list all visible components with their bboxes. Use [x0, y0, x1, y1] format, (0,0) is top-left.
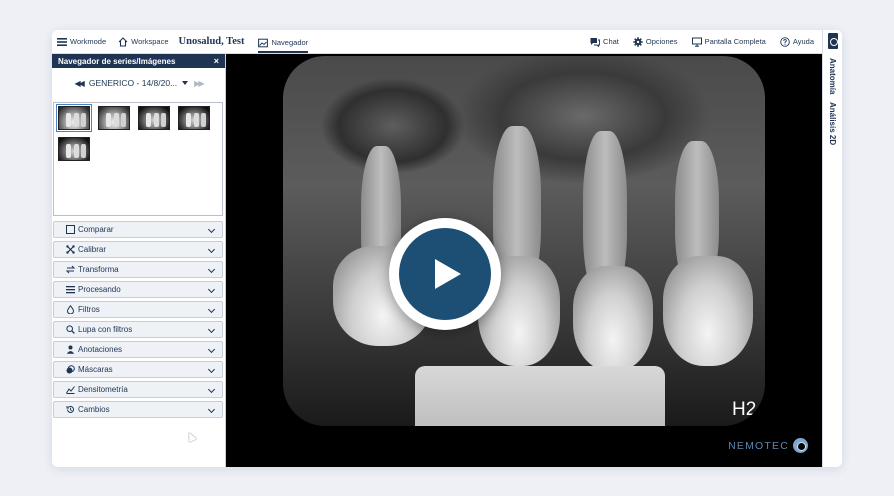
tool-densitometria[interactable]: Densitometría — [53, 381, 223, 398]
tool-anotaciones[interactable]: Anotaciones — [53, 341, 223, 358]
mask-icon — [66, 365, 75, 374]
chat-label: Chat — [603, 37, 619, 46]
tool-transforma[interactable]: Transforma — [53, 261, 223, 278]
close-icon[interactable]: × — [214, 56, 219, 66]
transform-icon — [66, 265, 75, 274]
chevron-down-icon — [207, 365, 216, 374]
thumbnail-4[interactable] — [178, 106, 210, 130]
calibrate-icon — [66, 245, 75, 254]
series-name: GENERICO - 14/8/20... — [88, 78, 178, 88]
pantalla-completa-button[interactable]: Pantalla Completa — [691, 30, 766, 53]
series-dropdown[interactable]: GENERICO - 14/8/20... — [88, 78, 189, 88]
magnifier-icon — [66, 325, 75, 334]
tool-calibrar[interactable]: Calibrar — [53, 241, 223, 258]
tooth-crown — [573, 266, 653, 371]
image-label: H2 — [732, 399, 757, 420]
tool-comparar[interactable]: Comparar — [53, 221, 223, 238]
ayuda-button[interactable]: Ayuda — [780, 30, 814, 53]
chat-icon — [590, 37, 600, 47]
tool-cambios[interactable]: Cambios — [53, 401, 223, 418]
series-selector-row: ◀◀ GENERICO - 14/8/20... ▶▶ — [52, 73, 225, 93]
chevron-down-icon — [207, 225, 216, 234]
chevron-down-icon — [207, 245, 216, 254]
processing-icon — [66, 285, 75, 294]
tool-procesando[interactable]: Procesando — [53, 281, 223, 298]
top-toolbar: Workmode Workspace Unosalud, Test Navega… — [52, 30, 822, 54]
brand-logo-icon — [793, 438, 808, 453]
series-navigator-panel: Navegador de series/Imágenes × ◀◀ GENERI… — [52, 54, 226, 467]
panel-header: Navegador de series/Imágenes × — [52, 54, 225, 68]
monitor-icon — [691, 37, 702, 47]
tool-label: Comparar — [78, 225, 114, 234]
tool-label: Anotaciones — [78, 345, 123, 354]
tool-mascaras[interactable]: Máscaras — [53, 361, 223, 378]
right-side-tabs: Anatomía Análisis 2D — [822, 30, 842, 467]
previous-series-icon[interactable]: ◀◀ — [75, 79, 85, 88]
dental-xray-image: H2 — [283, 56, 765, 426]
chevron-down-icon — [207, 305, 216, 314]
home-icon — [118, 36, 128, 47]
pantalla-completa-label: Pantalla Completa — [704, 37, 766, 46]
tool-label: Procesando — [78, 285, 121, 294]
gear-icon — [633, 36, 643, 47]
thumbnail-3[interactable] — [138, 106, 170, 130]
thumbnail-list — [53, 102, 223, 216]
app-logo-icon — [828, 33, 838, 49]
tool-label: Transforma — [78, 265, 119, 274]
opciones-button[interactable]: Opciones — [633, 30, 678, 53]
tool-accordion: Comparar Calibrar Transforma Procesando — [53, 221, 223, 421]
image-icon — [258, 38, 269, 48]
tool-label: Máscaras — [78, 365, 113, 374]
play-button[interactable] — [389, 218, 501, 330]
hamburger-icon — [57, 37, 67, 47]
chevron-down-icon — [207, 285, 216, 294]
workmode-label: Workmode — [70, 37, 107, 46]
tool-label: Calibrar — [78, 245, 107, 254]
tab-anatomia[interactable]: Anatomía — [828, 58, 837, 94]
chevron-down-icon — [207, 265, 216, 274]
sensor-holder — [415, 366, 665, 426]
tooth-crown — [663, 256, 753, 366]
help-icon — [780, 36, 790, 47]
play-button-inner — [399, 228, 491, 320]
workspace-label: Workspace — [131, 37, 169, 46]
chevron-down-icon — [207, 345, 216, 354]
navegador-label: Navegador — [271, 38, 309, 47]
tool-label: Lupa con filtros — [78, 325, 133, 334]
app-window: Workmode Workspace Unosalud, Test Navega… — [52, 30, 842, 467]
tool-label: Cambios — [78, 405, 110, 414]
patient-name: Unosalud, Test — [178, 36, 245, 47]
opciones-label: Opciones — [645, 37, 678, 46]
density-icon — [66, 385, 75, 394]
workmode-button[interactable]: Workmode — [57, 30, 106, 53]
tool-lupa-con-filtros[interactable]: Lupa con filtros — [53, 321, 223, 338]
ayuda-label: Ayuda — [792, 37, 814, 46]
next-series-icon[interactable]: ▶▶ — [194, 79, 204, 88]
chevron-down-icon — [207, 385, 216, 394]
thumbnail-2[interactable] — [98, 106, 130, 130]
chevron-down-icon — [182, 81, 189, 85]
panel-title: Navegador de series/Imágenes — [58, 56, 176, 66]
mouse-cursor-icon — [185, 430, 197, 443]
image-viewer[interactable]: H2 NEMOTEC — [226, 54, 822, 467]
tool-filtros[interactable]: Filtros — [53, 301, 223, 318]
person-icon — [66, 345, 75, 354]
drop-icon — [66, 305, 75, 314]
tool-label: Filtros — [78, 305, 100, 314]
chevron-down-icon — [207, 325, 216, 334]
history-icon — [66, 405, 75, 414]
chat-button[interactable]: Chat — [590, 30, 619, 53]
play-icon — [435, 259, 461, 289]
workspace-button[interactable]: Workspace — [118, 30, 169, 53]
chevron-down-icon — [207, 405, 216, 414]
thumbnail-1[interactable] — [56, 104, 92, 132]
tool-label: Densitometría — [78, 385, 128, 394]
navegador-tab[interactable]: Navegador — [258, 35, 309, 53]
tab-analisis-2d[interactable]: Análisis 2D — [828, 102, 837, 145]
thumbnail-5[interactable] — [58, 137, 90, 161]
nemotec-logo: NEMOTEC — [728, 438, 808, 453]
square-icon — [66, 225, 75, 234]
brand-text: NEMOTEC — [728, 439, 789, 452]
